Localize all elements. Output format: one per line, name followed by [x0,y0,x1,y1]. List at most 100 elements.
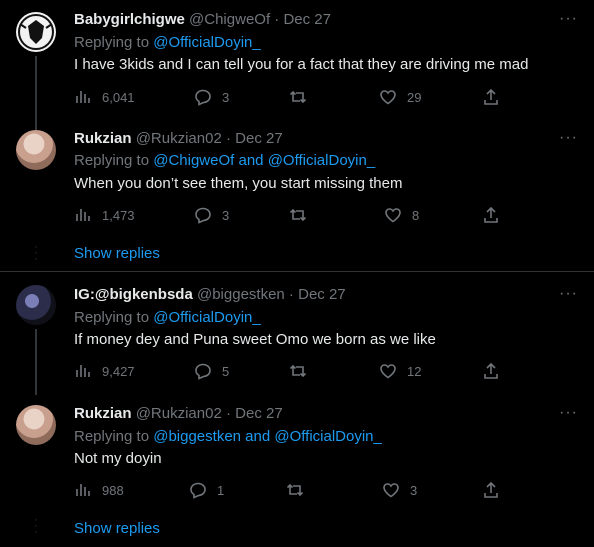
timestamp[interactable]: Dec 27 [235,130,283,147]
share-button[interactable] [482,481,500,499]
show-replies-link[interactable]: Show replies [74,520,160,537]
tweet-3[interactable]: IG:@bigkenbsda @biggestken · Dec 27 ··· … [0,272,594,396]
retweet-icon [289,90,307,104]
avatar[interactable] [16,130,56,170]
tweet-text: Not my doyin [74,450,162,467]
timestamp[interactable]: Dec 27 [283,11,331,28]
thread-dots: · · · [34,241,38,265]
mention-link[interactable]: @biggestken [153,428,241,445]
like-button[interactable]: 12 [379,362,421,380]
reply-button[interactable]: 3 [194,206,229,224]
mention-link[interactable]: @OfficialDoyin_ [153,34,261,51]
reply-icon [190,482,206,499]
reply-icon [195,207,211,224]
mention-link[interactable]: @OfficialDoyin_ [268,152,376,169]
like-count: 3 [410,482,418,498]
retweet-button[interactable] [289,88,317,106]
views-button[interactable]: 6,041 [74,88,135,106]
action-bar: 6,041 3 29 [74,88,504,108]
views-button[interactable]: 9,427 [74,362,135,380]
avatar[interactable] [16,405,56,445]
tweet-4[interactable]: Rukzian @Rukzian02 · Dec 27 ··· Replying… [0,396,594,547]
display-name[interactable]: Rukzian [74,405,132,422]
retweet-icon [286,483,304,497]
avatar[interactable] [16,12,56,52]
views-button[interactable]: 1,473 [74,206,135,224]
reply-button[interactable]: 1 [189,481,224,499]
separator: · [270,11,284,28]
tweet-header: Babygirlchigwe @ChigweOf · Dec 27 [74,11,331,28]
replying-to: Replying to @ChigweOf and @OfficialDoyin… [74,152,375,169]
share-button[interactable] [482,88,500,106]
retweet-button[interactable] [286,481,314,499]
retweet-icon [289,364,307,378]
reply-count: 3 [222,207,230,223]
like-button[interactable]: 8 [384,206,419,224]
display-name[interactable]: Rukzian [74,130,132,147]
views-button[interactable]: 988 [74,481,124,499]
avatar[interactable] [16,285,56,325]
reply-count: 3 [222,89,230,105]
replying-to: Replying to @biggestken and @OfficialDoy… [74,428,382,445]
handle[interactable]: @biggestken [197,286,285,303]
like-count: 8 [412,207,420,223]
action-bar: 988 1 3 [74,481,504,501]
tweet-1[interactable]: Babygirlchigwe @ChigweOf · Dec 27 ··· Re… [0,0,594,130]
reply-icon [195,363,211,380]
like-button[interactable]: 3 [382,481,417,499]
like-icon [380,90,396,105]
share-icon [484,481,498,498]
more-icon[interactable]: ··· [559,10,578,28]
like-button[interactable]: 29 [379,88,421,106]
like-icon [385,208,401,223]
display-name[interactable]: Babygirlchigwe [74,11,185,28]
views-count: 9,427 [102,363,135,379]
mention-link[interactable]: @OfficialDoyin_ [274,428,382,445]
share-button[interactable] [482,206,500,224]
separator: · [284,286,299,303]
tweet-text: If money dey and Puna sweet Omo we born … [74,331,436,348]
reply-button[interactable]: 3 [194,88,229,106]
like-icon [380,364,396,379]
tweet-header: Rukzian @Rukzian02 · Dec 27 [74,130,283,147]
tweet-text: I have 3kids and I can tell you for a fa… [74,56,529,73]
tweet-2[interactable]: Rukzian @Rukzian02 · Dec 27 ··· Replying… [0,126,594,271]
more-icon[interactable]: ··· [559,285,578,303]
mention-link[interactable]: @ChigweOf [153,152,234,169]
reply-button[interactable]: 5 [194,362,229,380]
share-icon [484,206,498,223]
replying-to-label: Replying to [74,428,154,445]
show-replies-link[interactable]: Show replies [74,245,160,262]
reply-count: 5 [222,363,230,379]
views-icon [76,365,90,377]
mention-and: and [234,152,268,169]
replying-to: Replying to @OfficialDoyin_ [74,309,261,326]
thread-line [35,329,37,395]
reply-icon [195,89,211,106]
share-button[interactable] [482,362,500,380]
timestamp[interactable]: Dec 27 [298,286,346,303]
views-count: 1,473 [102,207,135,223]
views-icon [76,209,90,221]
retweet-button[interactable] [289,362,317,380]
retweet-button[interactable] [289,206,317,224]
handle[interactable]: @ChigweOf [189,11,270,28]
mention-link[interactable]: @OfficialDoyin_ [153,309,261,326]
views-count: 988 [102,482,124,498]
timestamp[interactable]: Dec 27 [235,405,283,422]
more-icon[interactable]: ··· [559,404,578,422]
more-icon[interactable]: ··· [559,129,578,147]
thread-dots: · · · [34,514,38,538]
like-count: 29 [407,89,422,105]
share-icon [484,362,498,379]
handle[interactable]: @Rukzian02 [136,130,222,147]
tweet-text: When you don’t see them, you start missi… [74,175,403,192]
views-icon [76,91,90,103]
reply-count: 1 [217,482,225,498]
replying-to-label: Replying to [74,309,154,326]
thread-line [35,56,37,130]
handle[interactable]: @Rukzian02 [136,405,222,422]
crest-logo-icon [18,14,54,50]
separator: · [221,405,236,422]
display-name[interactable]: IG:@bigkenbsda [74,286,193,303]
